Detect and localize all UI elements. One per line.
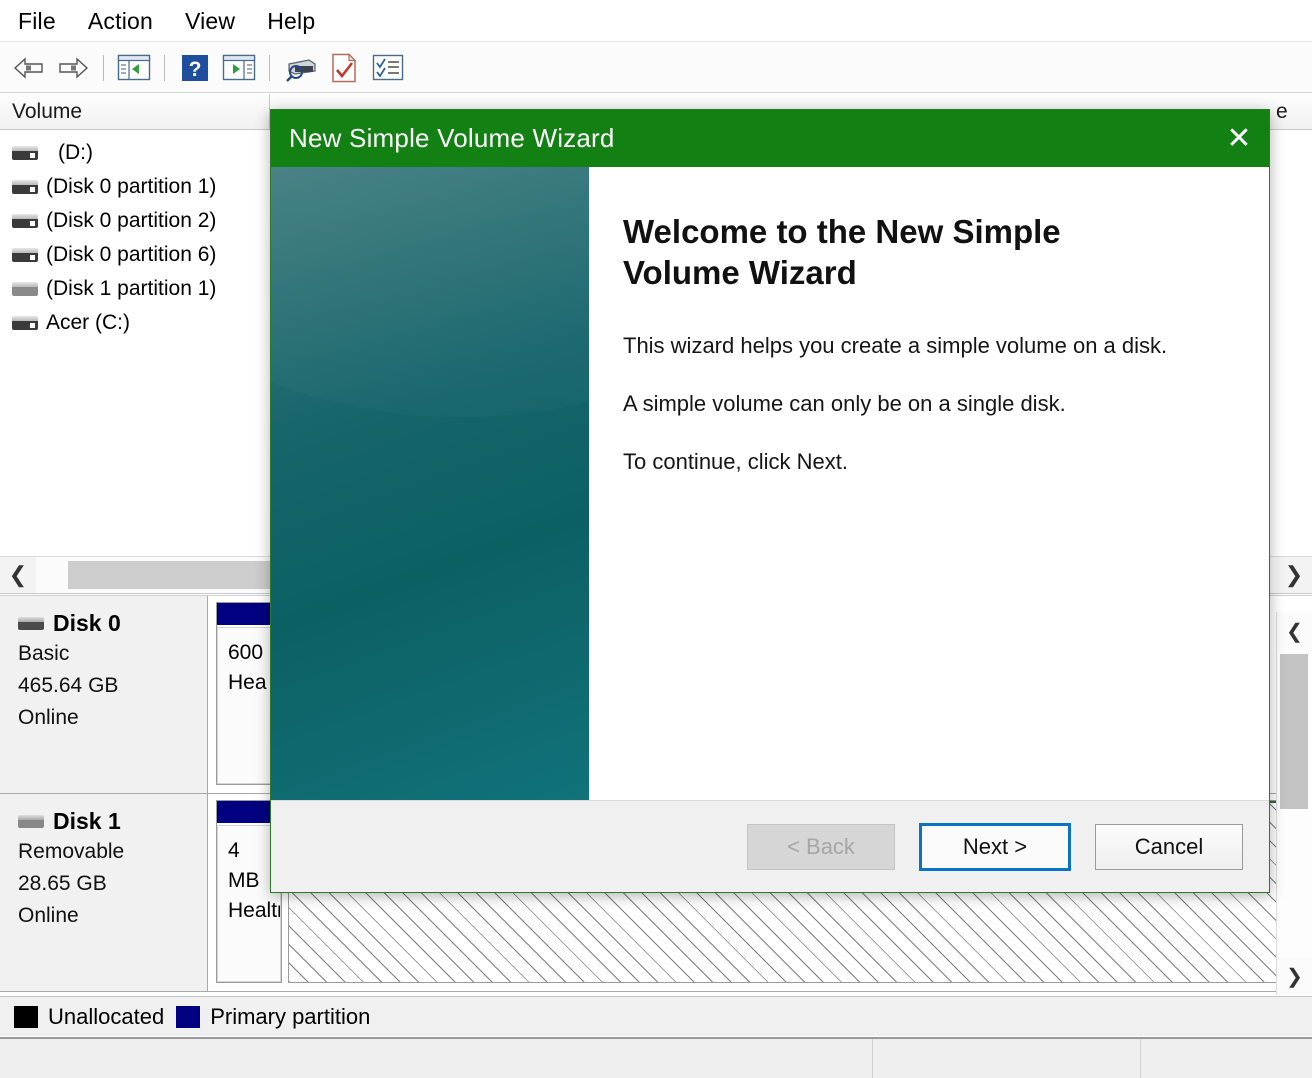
toolbar-separator xyxy=(103,55,104,81)
partition-health: Hea xyxy=(228,668,272,698)
checklist-button[interactable] xyxy=(367,48,409,88)
dialog-paragraph-1: This wizard helps you create a simple vo… xyxy=(623,331,1229,361)
disk-name: Disk 1 xyxy=(53,808,121,835)
show-hide-action-pane-button[interactable] xyxy=(218,48,260,88)
drive-icon xyxy=(12,214,38,228)
status-cell-main xyxy=(0,1039,873,1078)
dialog-paragraph-3: To continue, click Next. xyxy=(623,447,1229,477)
legend-item-unallocated: Unallocated xyxy=(14,1004,164,1030)
menu-item-view[interactable]: View xyxy=(185,0,257,42)
partition-health: Healtr xyxy=(228,896,272,926)
properties-icon xyxy=(330,53,358,83)
partition-size: 600 xyxy=(228,638,272,668)
disk-info-0[interactable]: Disk 0 Basic 465.64 GB Online xyxy=(0,596,208,793)
partition-size: 4 MB xyxy=(228,836,272,896)
drive-plain-icon xyxy=(12,282,38,296)
disk-info-1[interactable]: Disk 1 Removable 28.65 GB Online xyxy=(0,794,208,991)
scroll-left-icon[interactable]: ❮ xyxy=(0,557,36,593)
status-cell-mid xyxy=(873,1039,1141,1078)
dialog-heading: Welcome to the New Simple Volume Wizard xyxy=(623,211,1143,293)
menu-item-action[interactable]: Action xyxy=(88,0,175,42)
disk-title-1: Disk 1 xyxy=(18,808,207,835)
banner-arc-decoration xyxy=(271,167,589,417)
dialog-title: New Simple Volume Wizard xyxy=(289,123,615,154)
volume-label: (Disk 0 partition 2) xyxy=(46,209,216,233)
legend-swatch-unallocated xyxy=(14,1006,38,1028)
disk-status: Online xyxy=(18,901,207,931)
disk-type: Removable xyxy=(18,837,207,867)
dialog-footer: < Back Next > Cancel xyxy=(271,800,1269,892)
close-icon[interactable]: ✕ xyxy=(1209,110,1269,167)
drive-icon xyxy=(12,146,38,160)
legend-swatch-primary xyxy=(176,1006,200,1028)
legend: Unallocated Primary partition xyxy=(0,996,1312,1036)
properties-button[interactable] xyxy=(323,48,365,88)
volume-label: (D:) xyxy=(58,141,93,165)
rescan-disks-icon xyxy=(283,54,317,82)
disk-title-0: Disk 0 xyxy=(18,610,207,637)
disk-panel-vertical-scrollbar[interactable]: ❮ ❯ xyxy=(1276,612,1312,995)
disk-capacity: 28.65 GB xyxy=(18,869,207,899)
dialog-paragraph-2: A simple volume can only be on a single … xyxy=(623,389,1229,419)
legend-label: Primary partition xyxy=(210,1004,370,1030)
svg-text:?: ? xyxy=(189,58,202,81)
dialog-content: Welcome to the New Simple Volume Wizard … xyxy=(589,167,1269,800)
back-button[interactable]: < Back xyxy=(747,824,895,870)
help-icon: ? xyxy=(181,54,209,82)
toolbar-separator xyxy=(269,55,270,81)
disk-removable-icon xyxy=(18,815,44,828)
rescan-disks-button[interactable] xyxy=(279,48,321,88)
menu-item-help[interactable]: Help xyxy=(267,0,337,42)
back-icon xyxy=(13,55,45,81)
toolbar: ? xyxy=(0,43,1312,93)
show-hide-console-tree-icon xyxy=(117,54,151,81)
vscroll-thumb[interactable] xyxy=(1280,654,1308,809)
drive-icon xyxy=(12,316,38,330)
show-hide-console-tree-button[interactable] xyxy=(113,48,155,88)
show-hide-action-pane-icon xyxy=(222,54,256,81)
scroll-right-icon[interactable]: ❯ xyxy=(1276,557,1312,593)
volume-label: (Disk 0 partition 1) xyxy=(46,175,216,199)
forward-icon xyxy=(57,55,89,81)
forward-button[interactable] xyxy=(52,48,94,88)
volume-label: (Disk 1 partition 1) xyxy=(46,277,216,301)
toolbar-separator xyxy=(164,55,165,81)
volume-label: (Disk 0 partition 6) xyxy=(46,243,216,267)
wizard-banner-image xyxy=(271,167,589,800)
scroll-up-icon[interactable]: ❮ xyxy=(1277,612,1312,650)
menu-bar: File Action View Help xyxy=(0,0,1312,42)
next-button[interactable]: Next > xyxy=(919,823,1071,871)
menu-item-file[interactable]: File xyxy=(18,0,78,42)
dialog-body: Welcome to the New Simple Volume Wizard … xyxy=(271,167,1269,800)
disk-icon xyxy=(18,617,44,630)
disk-status: Online xyxy=(18,703,207,733)
disk-name: Disk 0 xyxy=(53,610,121,637)
legend-label: Unallocated xyxy=(48,1004,164,1030)
back-button[interactable] xyxy=(8,48,50,88)
help-button[interactable]: ? xyxy=(174,48,216,88)
dialog-title-bar[interactable]: New Simple Volume Wizard ✕ xyxy=(271,110,1269,167)
drive-icon xyxy=(12,180,38,194)
column-header-truncated[interactable]: e xyxy=(1272,94,1312,130)
scroll-down-icon[interactable]: ❯ xyxy=(1277,957,1312,995)
vscroll-track[interactable] xyxy=(1277,650,1312,957)
disk-type: Basic xyxy=(18,639,207,669)
status-bar xyxy=(0,1037,1312,1078)
legend-item-primary-partition: Primary partition xyxy=(176,1004,370,1030)
column-header-volume[interactable]: Volume xyxy=(0,94,270,130)
disk-management-window: File Action View Help xyxy=(0,0,1312,1078)
cancel-button[interactable]: Cancel xyxy=(1095,824,1243,870)
checklist-icon xyxy=(372,54,404,81)
new-simple-volume-wizard-dialog: New Simple Volume Wizard ✕ Welcome to th… xyxy=(270,109,1270,893)
drive-icon xyxy=(12,248,38,262)
disk-capacity: 465.64 GB xyxy=(18,671,207,701)
volume-label: Acer (C:) xyxy=(46,311,130,335)
status-cell-end xyxy=(1141,1039,1312,1078)
